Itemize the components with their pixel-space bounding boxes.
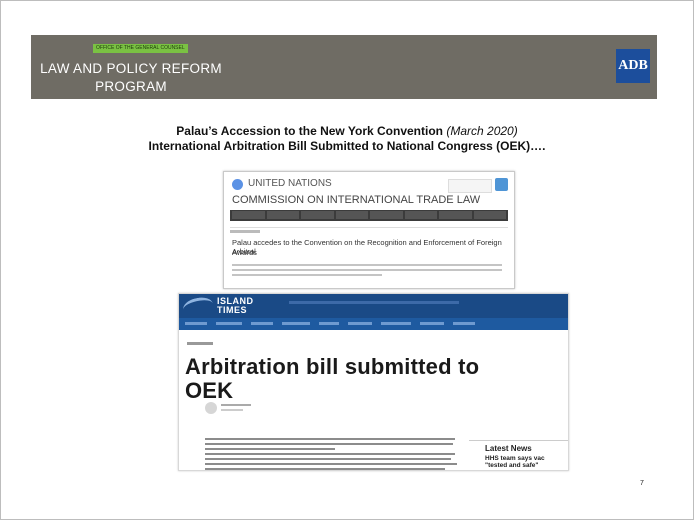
island-times-screenshot: ISLAND TIMES Arbitration bill submitted … — [178, 293, 569, 471]
latest-news-item-line2: "tested and safe" — [485, 462, 539, 469]
un-search-icon — [495, 178, 508, 191]
it-category-label — [187, 342, 213, 345]
un-body-text-line — [232, 274, 382, 276]
un-nav-item — [370, 211, 403, 219]
un-nav-bar — [230, 210, 508, 221]
latest-news-item-line1: HHS team says vac — [485, 455, 545, 462]
un-nav-item — [266, 211, 299, 219]
slide-title-date: (March 2020) — [446, 124, 518, 138]
it-nav-item — [453, 322, 475, 325]
it-nav-item — [381, 322, 411, 325]
author-name — [221, 404, 251, 406]
program-title-line2: PROGRAM — [95, 79, 167, 94]
un-org-name: UNITED NATIONS — [248, 178, 332, 189]
un-nav-item — [404, 211, 437, 219]
latest-news-heading: Latest News — [485, 444, 532, 453]
un-nav-item — [473, 211, 506, 219]
sidebar-divider — [469, 440, 568, 441]
it-headline-line1: Arbitration bill submitted to — [185, 354, 480, 379]
page-number: 7 — [640, 480, 644, 487]
slide-title-main: Palau’s Accession to the New York Conven… — [176, 124, 443, 138]
it-nav-item — [251, 322, 273, 325]
article-text-line — [205, 453, 455, 455]
un-nav-item — [439, 211, 472, 219]
it-nav-item — [216, 322, 242, 325]
it-nav-item — [348, 322, 372, 325]
program-title-line1: LAW AND POLICY REFORM — [40, 61, 222, 76]
article-text-line — [205, 463, 457, 465]
office-tag: OFFICE OF THE GENERAL COUNSEL — [93, 44, 188, 53]
article-text-line — [205, 448, 335, 450]
un-body-text-line — [232, 269, 502, 271]
un-nav-item — [335, 211, 368, 219]
un-divider — [230, 227, 508, 228]
slide-title-line2: International Arbitration Bill Submitted… — [148, 139, 546, 153]
un-body-text-line — [232, 264, 502, 266]
un-emblem-icon — [232, 179, 243, 190]
it-nav-item — [282, 322, 310, 325]
slide-title-line1: Palau’s Accession to the New York Conven… — [1, 124, 693, 138]
it-nav-item — [420, 322, 444, 325]
article-text-line — [205, 443, 453, 445]
un-commission-name: COMMISSION ON INTERNATIONAL TRADE LAW — [232, 194, 481, 206]
un-nav-item — [301, 211, 334, 219]
un-headline-line1: Palau accedes to the Convention on the R… — [232, 238, 502, 256]
slide: OFFICE OF THE GENERAL COUNSEL LAW AND PO… — [0, 0, 694, 520]
author-avatar — [205, 402, 217, 414]
un-nav-item — [232, 211, 265, 219]
it-nav-item — [319, 322, 339, 325]
it-headline-line2: OEK — [185, 378, 234, 403]
adb-logo: ADB — [616, 49, 650, 83]
it-nav-bar — [179, 318, 568, 330]
it-tagline — [289, 301, 459, 304]
it-nav-item — [185, 322, 207, 325]
un-headline-line2: Awards — [232, 248, 257, 257]
it-brand-line2: TIMES — [217, 305, 248, 315]
article-date — [221, 409, 243, 411]
program-banner: OFFICE OF THE GENERAL COUNSEL LAW AND PO… — [31, 35, 657, 99]
un-search-input — [448, 179, 492, 193]
article-text-line — [205, 438, 455, 440]
uncitral-screenshot: UNITED NATIONS COMMISSION ON INTERNATION… — [223, 171, 515, 289]
un-breadcrumb — [230, 230, 260, 233]
article-text-line — [205, 468, 445, 470]
article-text-line — [205, 458, 451, 460]
